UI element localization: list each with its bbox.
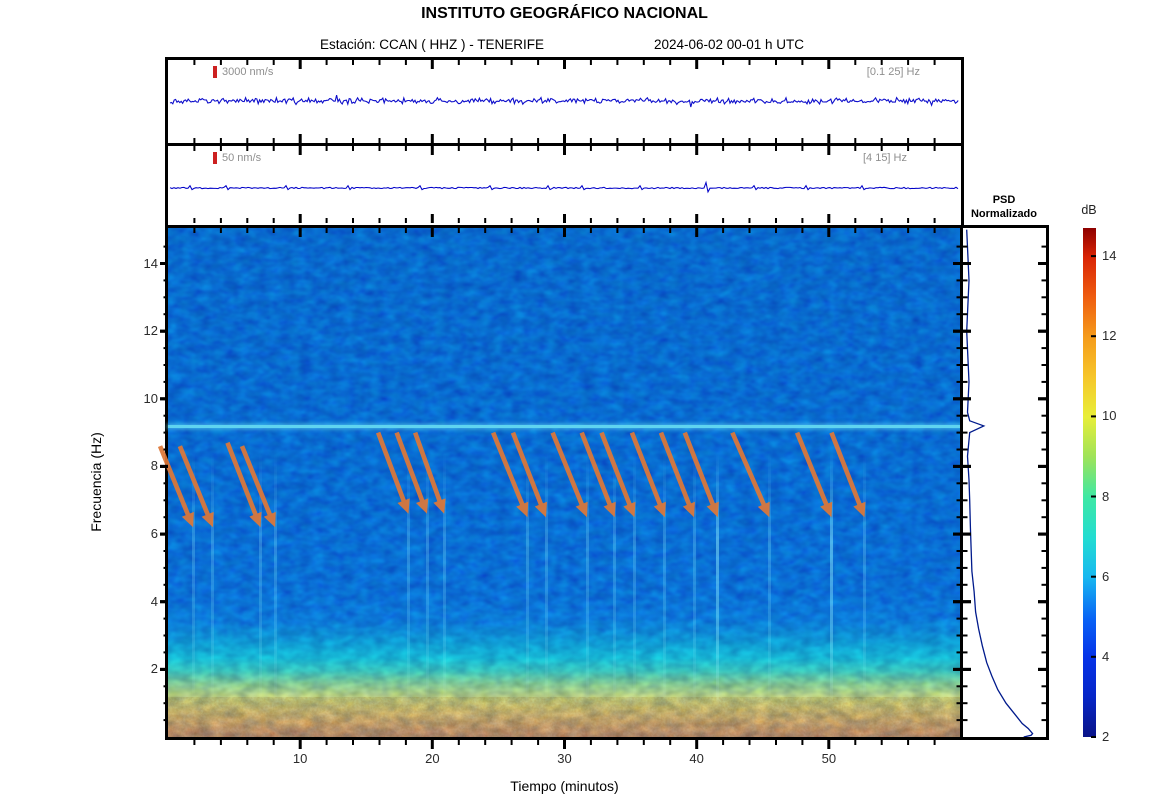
psd-curve [963,228,1046,737]
event-arrow [602,433,636,518]
y-tick-label: 8 [134,458,158,473]
colorbar-tick-label: 6 [1102,569,1126,584]
filtered-seismogram-trace [168,146,961,223]
y-axis-title: Frecuencia (Hz) [88,432,104,532]
y-tick-label: 12 [134,323,158,338]
colorbar-unit-label: dB [1074,203,1104,217]
spectrogram-image [168,228,961,737]
x-tick-label: 50 [809,751,849,766]
y-tick-label: 6 [134,526,158,541]
y-tick-label: 2 [134,661,158,676]
datetime-subtitle: 2024-06-02 00-01 h UTC [599,37,859,52]
x-tick-label: 10 [280,751,320,766]
colorbar-tick-label: 10 [1102,408,1126,423]
event-arrow [553,433,588,518]
x-axis-title: Tiempo (minutos) [165,778,964,794]
psd-title-line2: Normalizado [958,208,1050,220]
figure-root: INSTITUTO GEOGRÁFICO NACIONAL Estación: … [0,0,1154,806]
colorbar-tick-label: 14 [1102,248,1126,263]
event-arrow [513,433,547,518]
station-subtitle: Estación: CCAN ( HHZ ) - TENERIFE [202,37,662,52]
colorbar-tick-label: 4 [1102,649,1126,664]
colorbar-tick-label: 8 [1102,489,1126,504]
y-tick-label: 14 [134,256,158,271]
broadband-seismogram-trace [168,60,961,143]
event-arrow [732,433,769,518]
x-tick-label: 20 [412,751,452,766]
psd-title-line1: PSD [958,194,1050,206]
event-arrow [493,433,528,518]
event-arrows-overlay [168,228,961,737]
y-tick-label: 10 [134,391,158,406]
x-tick-label: 30 [545,751,585,766]
colorbar-tick-label: 2 [1102,729,1126,744]
x-tick-label: 40 [677,751,717,766]
y-tick-label: 4 [134,594,158,609]
colorbar-tick-label: 12 [1102,328,1126,343]
event-arrow [378,433,410,514]
figure-title: INSTITUTO GEOGRÁFICO NACIONAL [165,5,964,23]
colorbar [1083,228,1096,737]
event-arrow [632,433,666,518]
event-arrow [831,433,865,518]
event-arrow [180,446,214,527]
event-arrow [797,433,832,518]
